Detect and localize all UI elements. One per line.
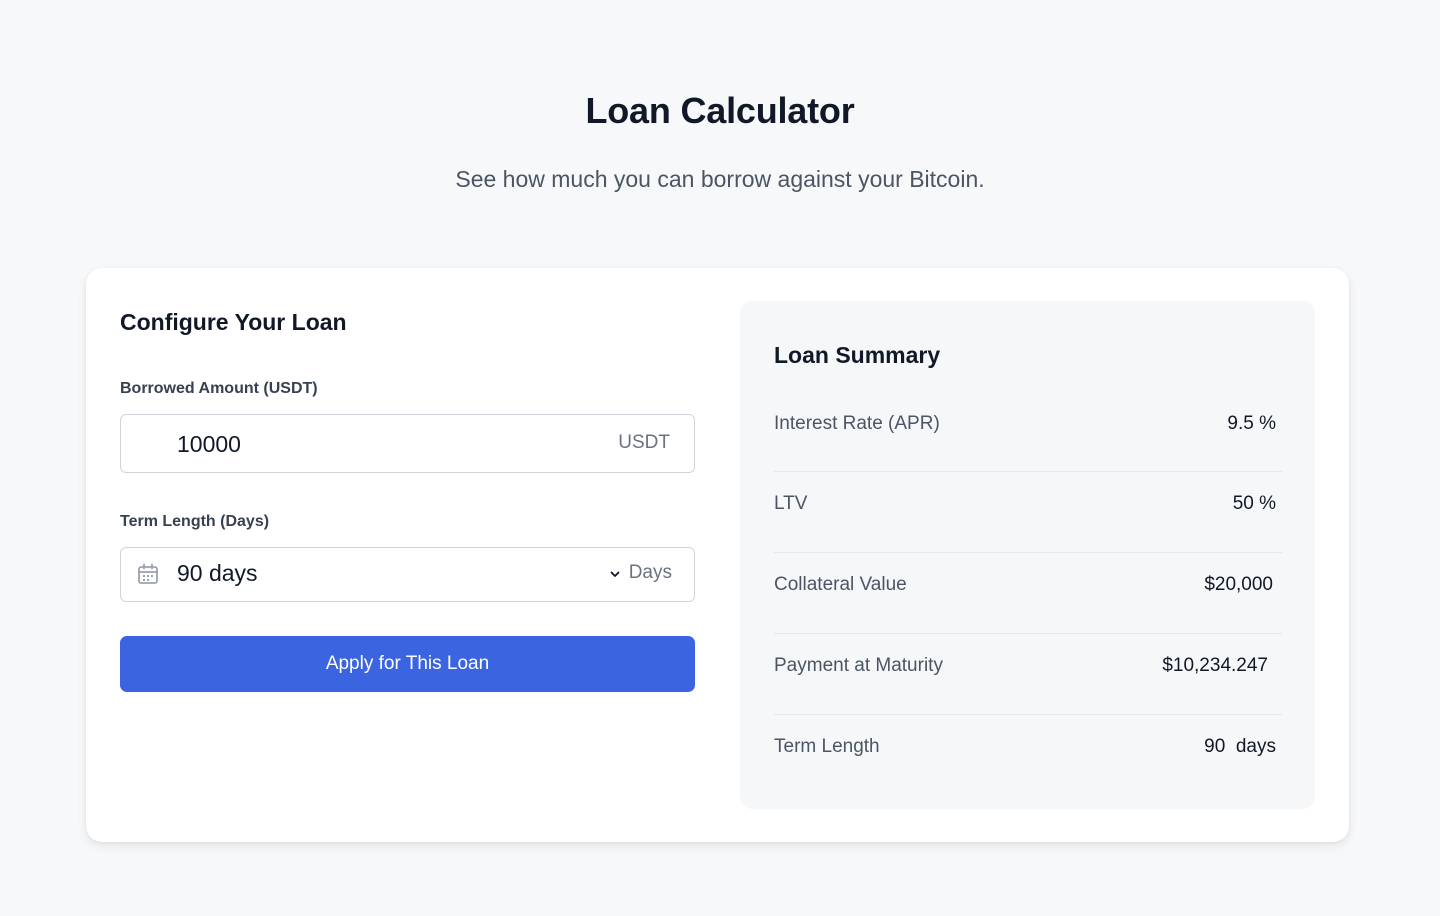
term-unit-suffix: Days xyxy=(628,562,672,583)
summary-row-interest-rate: Interest Rate (APR) 9.5 % xyxy=(774,391,1282,472)
summary-row-value: $10,234.247 xyxy=(1162,655,1268,676)
configure-loan-title: Configure Your Loan xyxy=(120,309,347,335)
summary-row-term-length: Term Length 90 days xyxy=(774,715,1282,796)
loan-summary-title: Loan Summary xyxy=(774,342,941,368)
summary-row-ltv: LTV 50 % xyxy=(774,472,1282,553)
page-title: Loan Calculator xyxy=(585,90,855,131)
term-length-selected-value: 90 days xyxy=(177,560,258,586)
term-length-select[interactable]: 90 days Days xyxy=(120,547,695,602)
summary-row-value: 9.5 % xyxy=(1227,413,1276,434)
borrowed-amount-label: Borrowed Amount (USDT) xyxy=(120,380,318,397)
summary-row-label: Payment at Maturity xyxy=(774,655,943,676)
summary-row-label: Term Length xyxy=(774,736,880,757)
apply-loan-button[interactable]: Apply for This Loan xyxy=(120,636,695,692)
summary-row-payment-at-maturity: Payment at Maturity $10,234.247 xyxy=(774,634,1282,715)
summary-row-value: 50 % xyxy=(1232,493,1276,514)
summary-row-value: 90 days xyxy=(1204,736,1276,757)
summary-row-label: Collateral Value xyxy=(774,574,907,595)
term-length-label: Term Length (Days) xyxy=(120,513,270,530)
summary-row-value: $20,000 xyxy=(1204,574,1273,595)
loan-calculator-card: Configure Your Loan Borrowed Amount (USD… xyxy=(86,268,1349,842)
page-subtitle: See how much you can borrow against your… xyxy=(455,166,985,192)
borrowed-amount-field[interactable]: USDT xyxy=(120,414,695,473)
summary-row-collateral-value: Collateral Value $20,000 xyxy=(774,553,1282,634)
loan-summary-panel: Loan Summary Interest Rate (APR) 9.5 % L… xyxy=(740,301,1315,809)
summary-row-label: LTV xyxy=(774,493,808,514)
calendar-icon xyxy=(138,563,158,584)
amount-currency-suffix: USDT xyxy=(618,432,670,453)
chevron-down-icon[interactable] xyxy=(609,568,621,580)
borrowed-amount-input[interactable] xyxy=(177,429,577,459)
summary-row-label: Interest Rate (APR) xyxy=(774,413,940,434)
